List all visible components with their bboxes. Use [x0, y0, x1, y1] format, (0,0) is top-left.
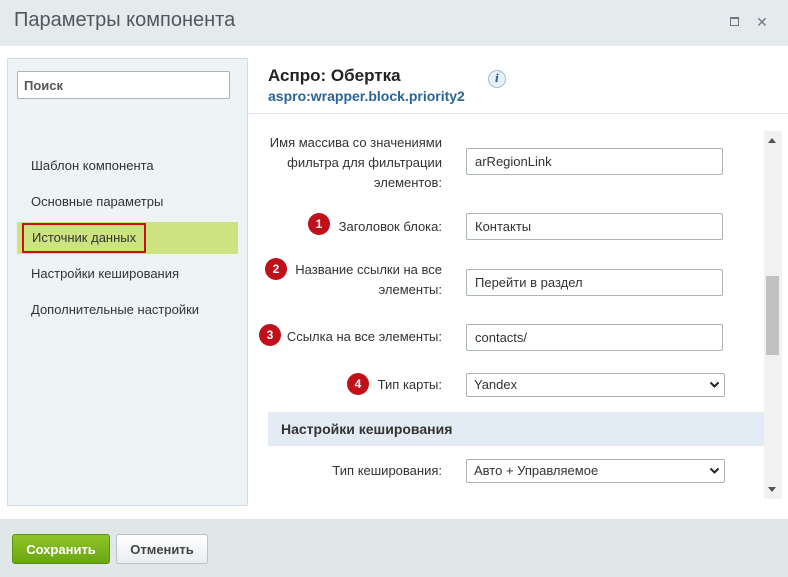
- sidebar-item-main-params[interactable]: Основные параметры: [17, 186, 238, 218]
- field-filter-array: Имя массива со значениями фильтра для фи…: [262, 133, 732, 193]
- field-all-link-name: 2 Название ссылки на все элементы: Перей…: [262, 258, 732, 302]
- scroll-down-icon[interactable]: [768, 487, 776, 492]
- all-link-name-input[interactable]: Перейти в раздел: [466, 269, 723, 296]
- section-header-cache: Настройки кеширования: [268, 412, 764, 446]
- search-input[interactable]: [17, 71, 230, 99]
- sidebar-item-label: Источник данных: [22, 223, 147, 253]
- chevron-down-icon: [709, 381, 720, 388]
- chevron-down-icon: [709, 467, 720, 474]
- step-badge: 2: [265, 258, 287, 280]
- sidebar-item-label: Дополнительные настройки: [31, 302, 200, 317]
- field-map-type: 4 Тип карты: Yandex: [262, 373, 732, 403]
- maximize-icon[interactable]: [727, 15, 741, 29]
- sidebar-item-label: Основные параметры: [31, 194, 164, 209]
- field-label: Ссылка на все элементы:: [286, 329, 442, 344]
- step-badge: 1: [308, 213, 330, 235]
- field-cache-type: Тип кеширования: Авто + Управляемое: [262, 459, 732, 489]
- footer: Сохранить Отменить: [0, 519, 788, 577]
- sidebar-item-label: Настройки кеширования: [31, 266, 180, 281]
- close-icon[interactable]: ✕: [755, 15, 769, 29]
- field-label: Тип кеширования:: [332, 463, 442, 478]
- field-all-link-url: 3 Ссылка на все элементы: contacts/: [259, 324, 732, 354]
- map-type-select[interactable]: Yandex: [466, 373, 725, 397]
- component-name: Аспро: Обертка: [268, 66, 401, 85]
- cache-type-value: Авто + Управляемое: [474, 463, 599, 478]
- scrollbar-thumb[interactable]: [766, 276, 779, 355]
- all-link-url-input[interactable]: contacts/: [466, 324, 723, 351]
- cache-type-select[interactable]: Авто + Управляемое: [466, 459, 725, 483]
- sidebar-item-cache-settings[interactable]: Настройки кеширования: [17, 258, 238, 290]
- field-label: Имя массива со значениями фильтра для фи…: [269, 135, 442, 190]
- sidebar-item-additional-settings[interactable]: Дополнительные настройки: [17, 294, 238, 326]
- sidebar-item-label: Шаблон компонента: [31, 158, 154, 173]
- sidebar: Шаблон компонента Основные параметры Ист…: [7, 58, 248, 506]
- save-button[interactable]: Сохранить: [12, 534, 110, 564]
- window-title: Параметры компонента: [14, 9, 236, 31]
- scroll-up-icon[interactable]: [768, 138, 776, 143]
- info-icon[interactable]: i: [488, 70, 506, 88]
- dialog-content: Шаблон компонента Основные параметры Ист…: [0, 46, 788, 519]
- step-badge: 3: [259, 324, 281, 346]
- component-header: Аспро: Обертка aspro:wrapper.block.prior…: [268, 66, 768, 116]
- field-block-title: 1 Заголовок блока: Контакты: [262, 213, 732, 243]
- component-code: aspro:wrapper.block.priority2: [268, 88, 465, 104]
- map-type-value: Yandex: [474, 377, 518, 392]
- filter-array-input[interactable]: arRegionLink: [466, 148, 723, 175]
- sidebar-item-data-source[interactable]: Источник данных: [17, 222, 238, 254]
- scrollbar[interactable]: [764, 131, 782, 499]
- title-bar: Параметры компонента ✕: [0, 0, 788, 46]
- sidebar-item-template[interactable]: Шаблон компонента: [17, 150, 238, 182]
- header-divider: [248, 113, 788, 114]
- field-label: Название ссылки на все элементы:: [295, 262, 442, 297]
- block-title-input[interactable]: Контакты: [466, 213, 723, 240]
- cancel-button[interactable]: Отменить: [116, 534, 208, 564]
- step-badge: 4: [347, 373, 369, 395]
- field-label: Заголовок блока:: [338, 219, 442, 234]
- field-label: Тип карты:: [377, 377, 442, 392]
